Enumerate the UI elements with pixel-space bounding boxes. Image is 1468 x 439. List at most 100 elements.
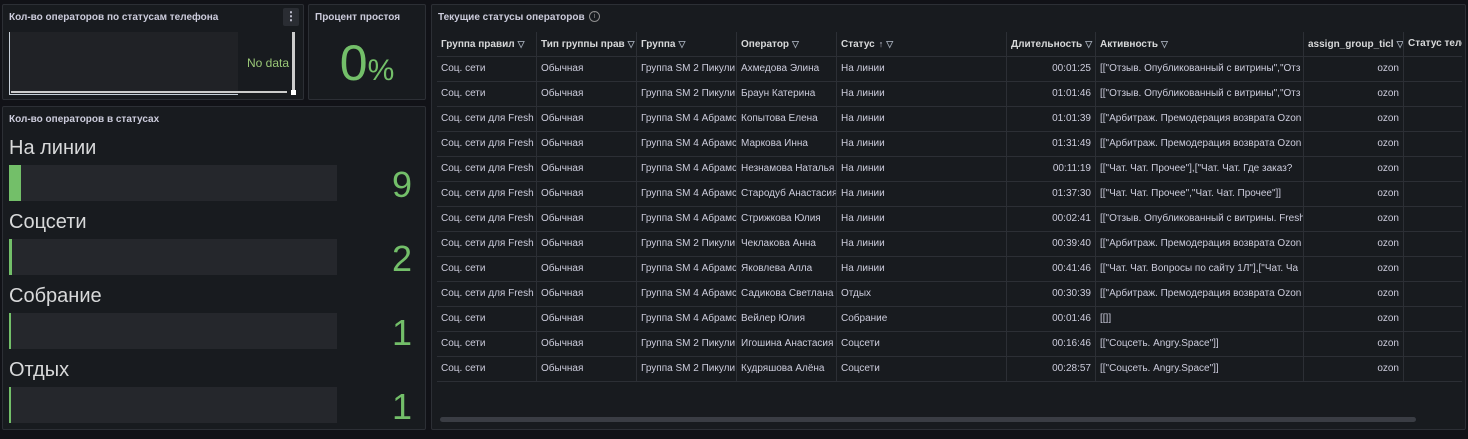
column-header-label: Длительность xyxy=(1011,39,1083,50)
filter-icon[interactable]: ▽ xyxy=(792,32,799,56)
panel-menu-icon[interactable]: ⋮ xyxy=(283,8,299,26)
table-cell-group: Группа SM 2 Пикули xyxy=(637,232,737,256)
table-cell-phone-status xyxy=(1404,57,1462,81)
table-cell-assign-group: ozon xyxy=(1304,282,1404,306)
gauge-track xyxy=(9,239,337,275)
table-cell-duration: 00:02:41 xyxy=(1007,207,1096,231)
table-row[interactable]: Соц. сети для Fresh Обычная Группа SM 4 Аб… xyxy=(437,157,1462,182)
column-header-duration[interactable]: Длительность ▽ xyxy=(1007,32,1096,56)
table-row[interactable]: Соц. сети Обычная Группа SM 4 Абрамс Яковле… xyxy=(437,257,1462,282)
table-row[interactable]: Соц. сети Обычная Группа SM 4 Абрамс Вейлер… xyxy=(437,307,1462,332)
column-header-label: assign_group_ticl xyxy=(1308,39,1394,50)
table-row[interactable]: Соц. сети Обычная Группа SM 2 Пикули Кудряш… xyxy=(437,357,1462,382)
table-cell-activity: [["Отзыв. Опубликованный с витрины","Отз xyxy=(1096,82,1304,106)
no-data-label: No data xyxy=(247,56,290,70)
table-cell-duration: 01:31:49 xyxy=(1007,132,1096,156)
table-cell-group-type: Обычная xyxy=(537,107,637,131)
table-cell-status: Отдых xyxy=(837,282,1007,306)
table-cell-activity: [["Соцсеть. Angry.Space"]] xyxy=(1096,332,1304,356)
filter-icon[interactable]: ▽ xyxy=(1085,32,1092,56)
gauge-track xyxy=(9,313,337,349)
table-cell-group-type: Обычная xyxy=(537,257,637,281)
horizontal-scrollbar[interactable] xyxy=(11,91,287,93)
resize-handle[interactable] xyxy=(291,90,296,95)
column-header-group[interactable]: Группа ▽ xyxy=(637,32,737,56)
column-header-operator[interactable]: Оператор ▽ xyxy=(737,32,837,56)
table-cell-activity: [["Арбитраж. Премодерация возврата Ozon xyxy=(1096,282,1304,306)
vertical-scrollbar[interactable] xyxy=(292,32,295,90)
table-row[interactable]: Соц. сети для Fresh Обычная Группа SM 4 Аб… xyxy=(437,132,1462,157)
table-cell-operator: Яковлева Алла xyxy=(737,257,837,281)
info-icon[interactable]: i xyxy=(589,11,600,22)
table-cell-activity: [["Чат. Чат. Вопросы по сайту 1Л"],["Чат… xyxy=(1096,257,1304,281)
table-cell-rule-group: Соц. сети для Fresh xyxy=(437,182,537,206)
table-header: Группа правил ▽ Тип группы прав ▽ Группа ▽ Опе… xyxy=(437,32,1462,57)
gauge-value: 2 xyxy=(391,238,412,279)
table-cell-operator: Садикова Светлана xyxy=(737,282,837,306)
table-cell-duration: 00:39:40 xyxy=(1007,232,1096,256)
column-header-assign-group[interactable]: assign_group_ticl ▽ xyxy=(1304,32,1404,56)
table-cell-rule-group: Соц. сети для Fresh xyxy=(437,232,537,256)
table-cell-status: На линии xyxy=(837,207,1007,231)
table-cell-rule-group: Соц. сети для Fresh xyxy=(437,107,537,131)
idle-percent-value: 0% xyxy=(309,33,425,99)
table-cell-phone-status xyxy=(1404,357,1462,381)
table-cell-assign-group: ozon xyxy=(1304,132,1404,156)
filter-icon[interactable]: ▽ xyxy=(518,32,525,56)
gauge-fill xyxy=(9,313,11,349)
filter-icon[interactable]: ▽ xyxy=(1161,32,1168,56)
table-cell-duration: 00:28:57 xyxy=(1007,357,1096,381)
table-row[interactable]: Соц. сети для Fresh Обычная Группа SM 2 Пи… xyxy=(437,232,1462,257)
gauge-label: На линии xyxy=(9,137,97,159)
table-cell-group-type: Обычная xyxy=(537,307,637,331)
filter-icon[interactable]: ▽ xyxy=(678,32,685,56)
table-cell-group: Группа SM 2 Пикули xyxy=(637,57,737,81)
table-cell-group: Группа SM 4 Абрамс xyxy=(637,132,737,156)
table-cell-operator: Копытова Елена xyxy=(737,107,837,131)
table-cell-group: Группа SM 2 Пикули xyxy=(637,357,737,381)
table-cell-group-type: Обычная xyxy=(537,357,637,381)
table-cell-status: На линии xyxy=(837,82,1007,106)
filter-icon[interactable]: ▽ xyxy=(1397,32,1403,56)
sort-ascending-icon[interactable]: ↑ xyxy=(879,32,884,56)
table-cell-assign-group: ozon xyxy=(1304,257,1404,281)
table-cell-group: Группа SM 4 Абрамс xyxy=(637,207,737,231)
table-cell-assign-group: ozon xyxy=(1304,207,1404,231)
column-header-phone-status[interactable]: Статус теле xyxy=(1404,32,1462,56)
gauge-label: Отдых xyxy=(9,359,70,381)
table-row[interactable]: Соц. сети для Fresh Обычная Группа SM 4 Аб… xyxy=(437,282,1462,307)
table-cell-operator: Ахмедова Элина xyxy=(737,57,837,81)
table-row[interactable]: Соц. сети для Fresh Обычная Группа SM 4 Аб… xyxy=(437,107,1462,132)
table-cell-activity: [["Арбитраж. Премодерация возврата Ozon xyxy=(1096,132,1304,156)
phone-status-panel: Кол-во операторов по статусам телефона ⋮… xyxy=(2,4,304,100)
table-cell-phone-status xyxy=(1404,282,1462,306)
column-header-group-type[interactable]: Тип группы прав ▽ xyxy=(537,32,637,56)
table-cell-phone-status xyxy=(1404,157,1462,181)
table-cell-phone-status xyxy=(1404,82,1462,106)
table-cell-activity: [["Отзыв. Опубликованный с витрины","Отз xyxy=(1096,57,1304,81)
table-cell-group-type: Обычная xyxy=(537,207,637,231)
table-cell-rule-group: Соц. сети xyxy=(437,332,537,356)
table-body: Соц. сети Обычная Группа SM 2 Пикули Ахмедо… xyxy=(437,57,1462,382)
table-cell-status: Соцсети xyxy=(837,332,1007,356)
table-cell-operator: Браун Катерина xyxy=(737,82,837,106)
table-row[interactable]: Соц. сети Обычная Группа SM 2 Пикули Браун … xyxy=(437,82,1462,107)
stat-number: 0 xyxy=(339,35,368,91)
table-cell-phone-status xyxy=(1404,107,1462,131)
table-row[interactable]: Соц. сети Обычная Группа SM 2 Пикули Ахмедо… xyxy=(437,57,1462,82)
horizontal-scrollbar[interactable] xyxy=(440,417,1416,422)
table-cell-group: Группа SM 4 Абрамс xyxy=(637,182,737,206)
table-row[interactable]: Соц. сети Обычная Группа SM 2 Пикули Игошин… xyxy=(437,332,1462,357)
column-header-rule-group[interactable]: Группа правил ▽ xyxy=(437,32,537,56)
column-header-activity[interactable]: Активность ▽ xyxy=(1096,32,1304,56)
table-cell-operator: Маркова Инна xyxy=(737,132,837,156)
column-header-status[interactable]: Статус ↑ ▽ xyxy=(837,32,1007,56)
table-row[interactable]: Соц. сети для Fresh Обычная Группа SM 4 Аб… xyxy=(437,182,1462,207)
table-row[interactable]: Соц. сети для Fresh Обычная Группа SM 4 Аб… xyxy=(437,207,1462,232)
table-cell-group-type: Обычная xyxy=(537,157,637,181)
filter-icon[interactable]: ▽ xyxy=(886,32,893,56)
table-cell-phone-status xyxy=(1404,232,1462,256)
filter-icon[interactable]: ▽ xyxy=(628,32,635,56)
table-cell-rule-group: Соц. сети xyxy=(437,357,537,381)
table-cell-status: На линии xyxy=(837,232,1007,256)
